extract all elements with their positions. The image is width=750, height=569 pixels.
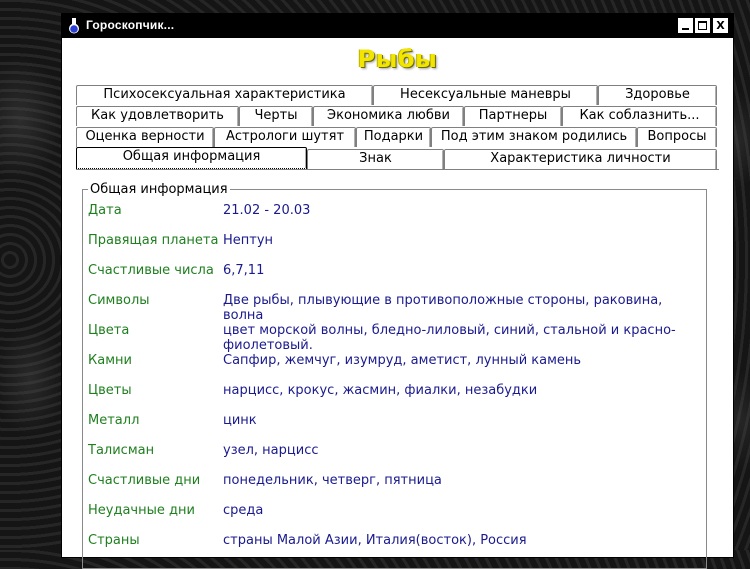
tab-how-to-satisfy[interactable]: Как удовлетворить	[76, 106, 239, 126]
tab-love-economics[interactable]: Экономика любви	[313, 106, 464, 126]
tab-traits[interactable]: Черты	[239, 106, 313, 126]
row-value: понедельник, четверг, пятница	[223, 473, 442, 488]
tab-general-info[interactable]: Общая информация	[76, 147, 307, 169]
row-value: 21.02 - 20.03	[223, 203, 311, 218]
tab-born-under-sign[interactable]: Под этим знаком родились	[431, 127, 637, 147]
tab-psychosexual[interactable]: Психосексуальная характеристика	[76, 85, 373, 105]
tab-questions[interactable]: Вопросы	[637, 127, 717, 147]
row-value: Две рыбы, плывующие в противоположные ст…	[223, 293, 663, 323]
tab-health[interactable]: Здоровье	[598, 85, 717, 105]
row-label: Правящая планета	[88, 233, 219, 248]
tab-panel-border	[76, 169, 719, 170]
row-label: Камни	[88, 353, 132, 368]
row-label: Счастливые числа	[88, 263, 214, 278]
row-label: Цветы	[88, 383, 132, 398]
tab-how-to-seduce[interactable]: Как соблазнить...	[562, 106, 717, 126]
window-title: Гороскопчик...	[86, 18, 175, 32]
row-value: нарцисс, крокус, жасмин, фиалки, незабуд…	[223, 383, 538, 398]
row-label: Счастливые дни	[88, 473, 201, 488]
row-label: Дата	[88, 203, 122, 218]
group-legend: Общая информация	[88, 182, 230, 197]
row-value: Сапфир, жемчуг, изумруд, аметист, лунный…	[223, 353, 582, 368]
row-value: Нептун	[223, 233, 274, 248]
sign-title: Рыбы	[357, 45, 438, 73]
title-bar[interactable]: Гороскопчик... X	[62, 14, 733, 38]
row-label: Страны	[88, 533, 140, 548]
row-value: цвет морской волны, бледно-лиловый, сини…	[223, 323, 676, 353]
row-value: узел, нарцисс	[223, 443, 319, 458]
row-value: страны Малой Азии, Италия(восток), Росси…	[223, 533, 527, 548]
row-value: среда	[223, 503, 264, 518]
row-label: Цвета	[88, 323, 130, 338]
flask-icon	[69, 18, 79, 34]
minimize-button[interactable]	[678, 18, 693, 33]
close-button[interactable]: X	[713, 18, 728, 33]
tab-personality[interactable]: Характеристика личности	[444, 149, 717, 169]
row-value: цинк	[223, 413, 257, 428]
row-label: Металл	[88, 413, 140, 428]
tab-non-sexual-maneuvers[interactable]: Несексуальные маневры	[373, 85, 598, 105]
row-value: 6,7,11	[223, 263, 265, 278]
tab-fidelity[interactable]: Оценка верности	[76, 127, 214, 147]
row-label: Неудачные дни	[88, 503, 195, 518]
row-label: Талисман	[88, 443, 155, 458]
app-window: Гороскопчик... X Рыбы Психосексуальная х…	[61, 13, 734, 569]
row-label: Символы	[88, 293, 150, 308]
background-left	[0, 0, 60, 550]
tab-astrologers-joke[interactable]: Астрологи шутят	[214, 127, 356, 147]
maximize-button[interactable]	[695, 18, 710, 33]
tab-gifts[interactable]: Подарки	[356, 127, 431, 147]
tab-partners[interactable]: Партнеры	[464, 106, 562, 126]
tab-sign[interactable]: Знак	[307, 149, 444, 169]
